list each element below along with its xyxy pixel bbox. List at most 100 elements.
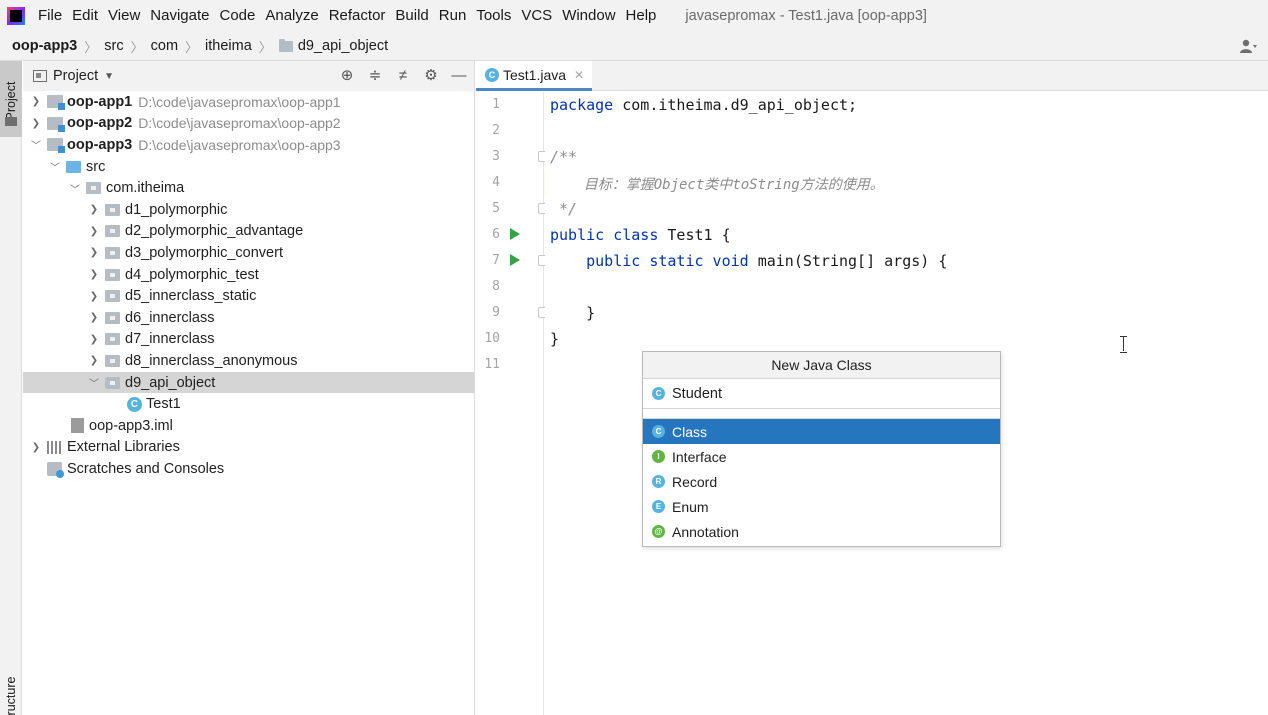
chevron-right-icon[interactable]: ❯ xyxy=(29,96,43,107)
menu-code[interactable]: Code xyxy=(214,0,260,32)
chevron-down-icon[interactable]: ﹀ xyxy=(68,181,82,196)
scratches-icon xyxy=(47,461,64,478)
tree-item-label: d6_innerclass xyxy=(125,309,215,326)
kind-option-annotation[interactable]: @ Annotation xyxy=(643,519,1000,544)
line-number: 6 xyxy=(492,227,500,242)
menu-refactor[interactable]: Refactor xyxy=(324,0,391,32)
code-line-9: } xyxy=(550,304,596,322)
code-text: com.itheima.d9_api_object; xyxy=(613,96,858,114)
tree-item-oop-app1[interactable]: ❯ oop-app1 D:\code\javasepromax\oop-app1 xyxy=(23,91,474,113)
editor-tab-test1[interactable]: C Test1.java ✕ xyxy=(476,61,592,91)
run-main-icon[interactable] xyxy=(510,254,520,266)
class-name-input[interactable]: C Student xyxy=(643,379,1000,409)
menu-file[interactable]: File xyxy=(33,0,67,32)
kind-option-enum[interactable]: E Enum xyxy=(643,494,1000,519)
chevron-down-icon[interactable]: ﹀ xyxy=(48,159,62,174)
chevron-right-icon[interactable]: ❯ xyxy=(29,442,43,453)
breadcrumb-item-com[interactable]: com xyxy=(151,38,178,54)
breadcrumb-item-project[interactable]: oop-app3 xyxy=(12,38,77,54)
tree-item-package[interactable]: ❯ d3_polymorphic_convert xyxy=(23,242,474,264)
kind-option-interface[interactable]: I Interface xyxy=(643,444,1000,469)
locate-file-icon[interactable]: ⊕ xyxy=(338,67,356,85)
kind-option-record[interactable]: R Record xyxy=(643,469,1000,494)
menu-help[interactable]: Help xyxy=(621,0,662,32)
menu-analyze[interactable]: Analyze xyxy=(260,0,323,32)
menu-vcs[interactable]: VCS xyxy=(516,0,557,32)
project-folder-icon xyxy=(5,117,17,126)
tree-item-com-itheima[interactable]: ﹀ com.itheima xyxy=(23,177,474,199)
tree-item-package[interactable]: ❯ d7_innerclass xyxy=(23,329,474,351)
tree-item-src[interactable]: ﹀ src xyxy=(23,156,474,178)
line-number: 7 xyxy=(492,253,500,268)
menu-edit[interactable]: Edit xyxy=(67,0,103,32)
tree-item-package[interactable]: ❯ d4_polymorphic_test xyxy=(23,264,474,286)
package-icon xyxy=(105,333,120,346)
line-number: 8 xyxy=(492,279,500,294)
structure-tool-tab[interactable]: ructure xyxy=(0,666,22,715)
tree-item-package[interactable]: ❯ d1_polymorphic xyxy=(23,199,474,221)
breadcrumb-item-src[interactable]: src xyxy=(104,38,123,54)
code-line-10: } xyxy=(550,330,560,348)
panel-toolbar: ⊕ ≑ ≠ ⚙ — xyxy=(328,67,468,85)
module-icon xyxy=(47,95,65,111)
menu-navigate[interactable]: Navigate xyxy=(145,0,214,32)
kind-option-class[interactable]: C Class xyxy=(643,419,1000,444)
project-tool-tab[interactable]: Project xyxy=(0,61,22,137)
menu-view[interactable]: View xyxy=(103,0,145,32)
tree-item-external-libraries[interactable]: ❯ External Libraries xyxy=(23,437,474,459)
chevron-right-icon[interactable]: ❯ xyxy=(87,226,101,237)
project-panel-title[interactable]: Project xyxy=(53,68,98,84)
expand-all-icon[interactable]: ≑ xyxy=(366,67,384,85)
menu-tools[interactable]: Tools xyxy=(471,0,516,32)
package-folder-icon xyxy=(278,38,293,52)
chevron-right-icon[interactable]: ❯ xyxy=(87,312,101,323)
tree-item-package[interactable]: ❯ d2_polymorphic_advantage xyxy=(23,221,474,243)
tree-item-iml-file[interactable]: oop-app3.iml xyxy=(23,415,474,437)
tree-item-d9-api-object[interactable]: ﹀ d9_api_object xyxy=(23,371,474,394)
close-icon[interactable]: ✕ xyxy=(574,68,584,82)
tree-item-label: d9_api_object xyxy=(125,374,216,391)
breadcrumb-item-itheima[interactable]: itheima xyxy=(205,38,252,54)
tree-item-label: d5_innerclass_static xyxy=(125,288,257,305)
chevron-right-icon[interactable]: ❯ xyxy=(29,118,43,129)
tree-item-package[interactable]: ❯ d8_innerclass_anonymous xyxy=(23,350,474,372)
chevron-right-icon[interactable]: ❯ xyxy=(87,247,101,258)
chevron-right-icon[interactable]: ❯ xyxy=(87,291,101,302)
class-kind-icon: C xyxy=(652,387,665,400)
user-account-icon[interactable] xyxy=(1240,39,1258,53)
module-path: D:\code\javasepromax\oop-app2 xyxy=(138,115,341,132)
run-class-icon[interactable] xyxy=(510,228,520,240)
chevron-down-icon[interactable]: ▼ xyxy=(104,71,114,82)
tree-item-test1[interactable]: C Test1 xyxy=(23,393,474,415)
breadcrumb-separator-icon: 〉 xyxy=(185,39,199,55)
chevron-down-icon[interactable]: ﹀ xyxy=(29,137,43,152)
chevron-right-icon[interactable]: ❯ xyxy=(87,334,101,345)
tree-item-label: oop-app3 xyxy=(67,136,133,153)
package-icon xyxy=(105,376,120,389)
source-folder-icon xyxy=(66,160,81,173)
menu-window[interactable]: Window xyxy=(557,0,620,32)
chevron-right-icon[interactable]: ❯ xyxy=(87,355,101,366)
class-name-value: Student xyxy=(672,385,722,402)
collapse-all-icon[interactable]: ≠ xyxy=(394,67,412,85)
tree-item-package[interactable]: ❯ d6_innerclass xyxy=(23,307,474,329)
keyword: public static void xyxy=(550,252,749,270)
hide-panel-icon[interactable]: — xyxy=(450,67,468,85)
tree-item-scratches[interactable]: Scratches and Consoles xyxy=(23,458,474,480)
line-number: 10 xyxy=(484,331,500,346)
tree-item-oop-app2[interactable]: ❯ oop-app2 D:\code\javasepromax\oop-app2 xyxy=(23,113,474,135)
tree-item-package[interactable]: ❯ d5_innerclass_static xyxy=(23,285,474,307)
tree-item-label: d2_polymorphic_advantage xyxy=(125,223,304,240)
menu-run[interactable]: Run xyxy=(434,0,472,32)
tree-item-oop-app3[interactable]: ﹀ oop-app3 D:\code\javasepromax\oop-app3 xyxy=(23,134,474,156)
chevron-right-icon[interactable]: ❯ xyxy=(87,204,101,215)
line-number: 11 xyxy=(484,357,500,372)
line-number: 3 xyxy=(492,149,500,164)
chevron-right-icon[interactable]: ❯ xyxy=(87,269,101,280)
menu-build[interactable]: Build xyxy=(390,0,433,32)
breadcrumb-item-package[interactable]: d9_api_object xyxy=(298,38,388,54)
chevron-down-icon[interactable]: ﹀ xyxy=(87,375,101,390)
gear-icon[interactable]: ⚙ xyxy=(422,67,440,85)
code-line-4: 目标：掌握Object类中toString方法的使用。 xyxy=(550,177,884,193)
new-java-class-popup: New Java Class C Student C Class I Inter… xyxy=(642,351,1001,547)
